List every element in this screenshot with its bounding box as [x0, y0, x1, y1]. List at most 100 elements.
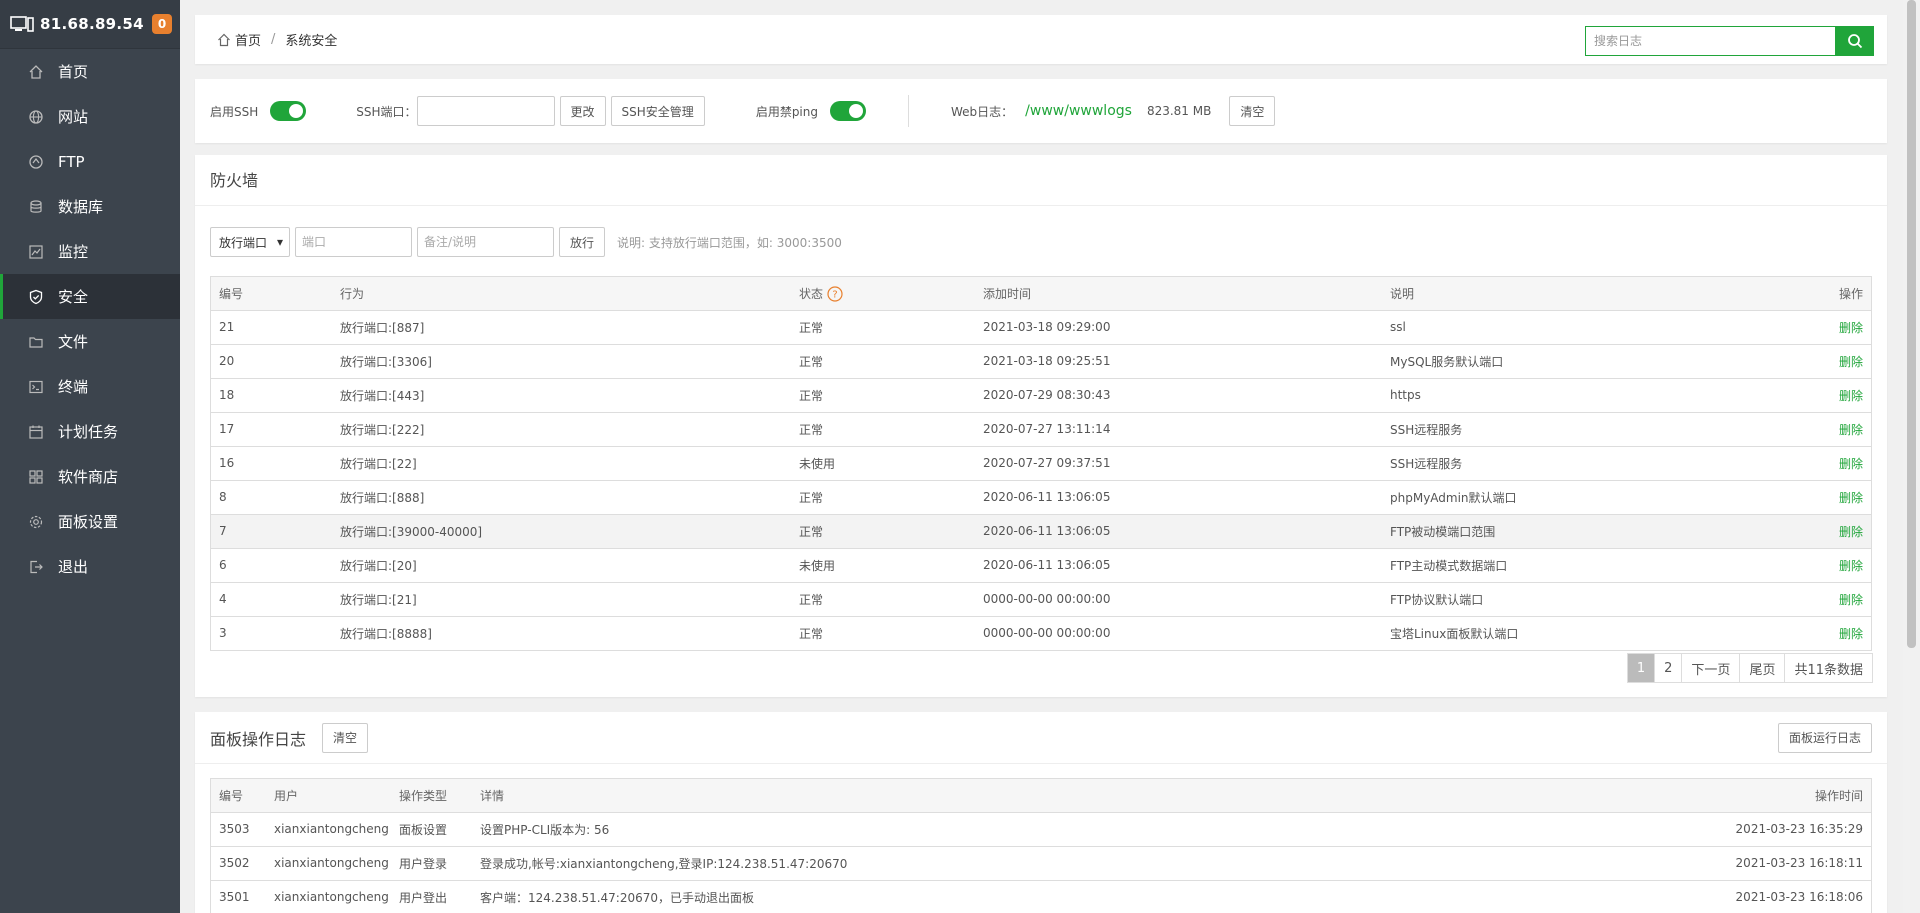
- sidebar-item-label: 软件商店: [58, 468, 119, 486]
- delete-link[interactable]: 删除: [1760, 344, 1871, 379]
- log-search: [1585, 26, 1874, 56]
- clear-log-button[interactable]: 清空: [322, 722, 369, 753]
- ssh-port-label: SSH端口：: [356, 104, 417, 119]
- cell-time: 2020-07-27 09:37:51: [975, 446, 1382, 481]
- allow-port-button[interactable]: 放行: [559, 227, 606, 257]
- table-row: 16 放行端口:[22] 未使用 2020-07-27 09:37:51 SSH远程服务…: [211, 446, 1871, 481]
- sidebar-item-label: 文件: [58, 333, 89, 351]
- cell-note: FTP协议默认端口: [1382, 582, 1761, 617]
- cell-id: 3502: [211, 846, 266, 881]
- col-action: 行为: [332, 277, 791, 311]
- table-row: 3501 xianxiantongcheng 用户登出 客户端：124.238.51.…: [211, 880, 1871, 913]
- delete-link[interactable]: 删除: [1760, 514, 1871, 549]
- delete-link[interactable]: 删除: [1760, 412, 1871, 447]
- sidebar-item-store[interactable]: 软件商店: [0, 454, 180, 499]
- delete-link[interactable]: 删除: [1760, 616, 1871, 650]
- search-button[interactable]: [1835, 26, 1874, 56]
- cell-action: 放行端口:[443]: [332, 378, 791, 413]
- sidebar-item-label: 首页: [58, 63, 89, 81]
- cell-id: 3501: [219, 890, 250, 905]
- sidebar-item-label: 数据库: [58, 198, 104, 216]
- help-icon[interactable]: ?: [827, 286, 843, 302]
- sidebar-item-logout[interactable]: 退出: [0, 544, 180, 589]
- note-input[interactable]: [417, 227, 554, 257]
- logout-icon: [28, 559, 44, 575]
- sidebar-item-security[interactable]: 安全: [0, 274, 180, 319]
- cell-status: 正常: [791, 480, 975, 515]
- cell-time: 2021-03-18 09:25:51: [975, 344, 1382, 379]
- monitor-icon: [28, 244, 44, 260]
- ssh-toggle-label: 启用SSH: [210, 104, 259, 119]
- sidebar-item-monitor[interactable]: 监控: [0, 229, 180, 274]
- delete-link[interactable]: 删除: [1760, 310, 1871, 345]
- panel-log-table-wrap: 编号 用户 操作类型 详情 操作时间 3503 xianxiantongcheng…: [210, 778, 1872, 913]
- cell-time: 2020-06-11 13:06:05: [975, 548, 1382, 583]
- cell-status: 正常: [791, 582, 975, 617]
- sidebar-item-database[interactable]: 数据库: [0, 184, 180, 229]
- home-icon[interactable]: [217, 33, 231, 47]
- port-input[interactable]: [295, 227, 412, 257]
- cell-time: 2021-03-23 16:18:11: [1484, 846, 1871, 881]
- table-row: 3 放行端口:[8888] 正常 0000-00-00 00:00:00 宝塔Linux…: [211, 616, 1871, 650]
- sidebar-item-cron[interactable]: 计划任务: [0, 409, 180, 454]
- cell-detail: 设置PHP-CLI版本为: 56: [472, 812, 1485, 847]
- ssh-toggle[interactable]: [270, 101, 307, 121]
- cell-action: 放行端口:[21]: [332, 582, 791, 617]
- weblog-path-link[interactable]: /www/wwwlogs: [1025, 103, 1132, 119]
- delete-link[interactable]: 删除: [1760, 582, 1871, 617]
- ftp-icon: [28, 154, 44, 170]
- sidebar-item-ftp[interactable]: FTP: [0, 139, 180, 184]
- page-2[interactable]: 2: [1654, 654, 1682, 682]
- cell-time: 2021-03-23 16:35:29: [1484, 812, 1871, 847]
- sidebar-item-terminal[interactable]: 终端: [0, 364, 180, 409]
- server-ip: 81.68.89.54: [40, 15, 144, 33]
- page-1[interactable]: 1: [1627, 654, 1655, 682]
- sidebar-item-home[interactable]: 首页: [0, 49, 180, 94]
- sidebar-item-settings[interactable]: 面板设置: [0, 499, 180, 544]
- search-input[interactable]: [1585, 26, 1835, 56]
- globe-icon: [28, 109, 44, 125]
- server-icon: [10, 15, 34, 33]
- cell-note: SSH远程服务: [1382, 412, 1761, 447]
- panel-log-header: 面板操作日志 清空 面板运行日志: [195, 712, 1887, 764]
- cell-note: SSH远程服务: [1382, 446, 1761, 481]
- cell-id: 16: [211, 446, 332, 481]
- rule-type-select[interactable]: 放行端口 ▾: [210, 227, 290, 257]
- cell-action: 放行端口:[222]: [332, 412, 791, 447]
- next-page[interactable]: 下一页: [1681, 654, 1740, 682]
- scrollbar-thumb[interactable]: [1907, 0, 1916, 648]
- delete-link[interactable]: 删除: [1760, 480, 1871, 515]
- cell-action: 放行端口:[3306]: [332, 344, 791, 379]
- delete-link[interactable]: 删除: [1760, 446, 1871, 481]
- cell-time: 0000-00-00 00:00:00: [975, 582, 1382, 617]
- cell-detail: 登录成功,帐号:xianxiantongcheng,登录IP:124.238.5…: [472, 846, 1485, 881]
- run-log-button[interactable]: 面板运行日志: [1777, 722, 1872, 753]
- caret-down-icon: ▾: [276, 235, 283, 249]
- notification-badge[interactable]: 0: [152, 14, 172, 34]
- cell-id: 4: [211, 582, 332, 617]
- folder-icon: [28, 334, 44, 350]
- change-port-button[interactable]: 更改: [559, 96, 606, 126]
- breadcrumb-home[interactable]: 首页: [235, 30, 261, 49]
- col-detail: 详情: [472, 779, 1485, 813]
- cell-user: xianxiantongcheng: [274, 890, 389, 905]
- col-time: 操作时间: [1484, 779, 1871, 813]
- shield-icon: [28, 289, 44, 305]
- last-page[interactable]: 尾页: [1739, 654, 1785, 682]
- table-row: 3503 xianxiantongcheng 面板设置 设置PHP-CLI版本为: 5…: [211, 812, 1871, 847]
- ping-toggle[interactable]: [830, 101, 866, 121]
- ssh-port-input[interactable]: [416, 96, 555, 126]
- delete-link[interactable]: 删除: [1760, 548, 1871, 583]
- sidebar-item-files[interactable]: 文件: [0, 319, 180, 364]
- search-icon: [1847, 34, 1862, 49]
- cell-note: https: [1382, 378, 1761, 413]
- clear-weblog-button[interactable]: 清空: [1229, 96, 1276, 126]
- ping-toggle-label: 启用禁ping: [755, 104, 818, 119]
- panel-log-table: 编号 用户 操作类型 详情 操作时间 3503 xianxiantongcheng…: [211, 779, 1871, 913]
- cell-time: 2020-06-11 13:06:05: [975, 514, 1382, 549]
- sidebar-item-website[interactable]: 网站: [0, 94, 180, 139]
- page-scrollbar[interactable]: [1903, 0, 1920, 913]
- cell-time: 2021-03-18 09:29:00: [975, 310, 1382, 345]
- ssh-manage-button[interactable]: SSH安全管理: [610, 96, 705, 126]
- delete-link[interactable]: 删除: [1760, 378, 1871, 413]
